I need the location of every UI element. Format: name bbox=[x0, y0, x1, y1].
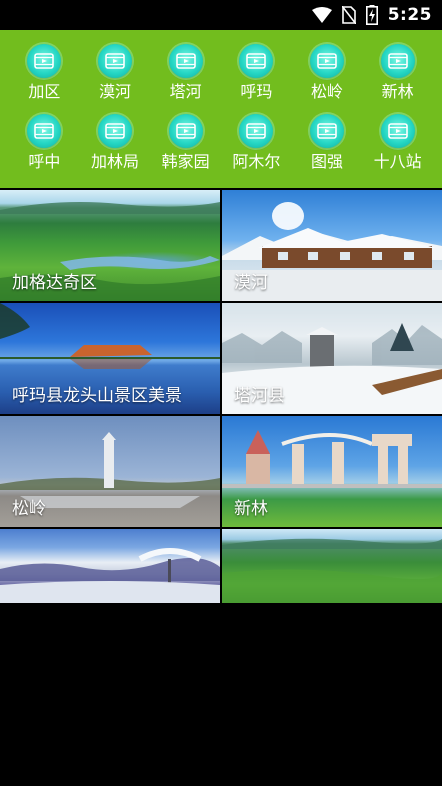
no-sim-icon bbox=[341, 6, 356, 24]
category-label: 呼玛 bbox=[240, 82, 273, 101]
video-icon bbox=[97, 114, 132, 148]
category-label: 呼中 bbox=[28, 152, 61, 171]
category-label: 韩家园 bbox=[161, 152, 210, 171]
video-icon bbox=[309, 114, 344, 148]
category-item[interactable]: 阿木尔 bbox=[221, 114, 292, 172]
video-icon bbox=[309, 44, 344, 78]
scenic-tile-label: 漠河 bbox=[234, 273, 268, 293]
category-panel: 加区 漠河 塔河 呼玛 松岭 新林 呼中 加林局 韩家园 阿木尔 图强 十八站 bbox=[0, 30, 442, 188]
category-item[interactable]: 呼玛 bbox=[221, 44, 292, 102]
category-item[interactable]: 塔河 bbox=[150, 44, 221, 102]
scenic-tile-xinlin[interactable]: 新林 bbox=[222, 416, 442, 527]
video-icon bbox=[380, 44, 415, 78]
scenic-tile-label: 松岭 bbox=[12, 499, 46, 519]
status-bar: 5:25 bbox=[0, 0, 442, 30]
status-time: 5:25 bbox=[387, 5, 432, 25]
category-grid: 加区 漠河 塔河 呼玛 松岭 新林 呼中 加林局 韩家园 阿木尔 图强 十八站 bbox=[9, 44, 433, 172]
category-label: 塔河 bbox=[169, 82, 202, 101]
category-item[interactable]: 韩家园 bbox=[150, 114, 221, 172]
scenic-tile-label: 塔河县 bbox=[234, 386, 285, 406]
video-icon bbox=[380, 114, 415, 148]
scenic-tile-snow-hills[interactable] bbox=[0, 529, 220, 603]
category-label: 漠河 bbox=[98, 82, 131, 101]
scenic-tile-label: 加格达奇区 bbox=[12, 273, 97, 293]
category-item[interactable]: 图强 bbox=[292, 114, 363, 172]
video-icon bbox=[239, 44, 274, 78]
category-item[interactable]: 新林 bbox=[362, 44, 433, 102]
video-icon bbox=[97, 44, 132, 78]
scenic-tile-label: 呼玛县龙头山景区美景 bbox=[12, 386, 182, 406]
category-item[interactable]: 松岭 bbox=[292, 44, 363, 102]
battery-charging-icon bbox=[365, 5, 378, 25]
category-label: 松岭 bbox=[310, 82, 343, 101]
category-item[interactable]: 加区 bbox=[9, 44, 80, 102]
scenic-tile-grassland-2[interactable] bbox=[222, 529, 442, 603]
scenic-spot-grid: 加格达奇区 漠河 呼玛县龙头山景区美景 塔河县 松岭 新林 bbox=[0, 190, 442, 603]
video-icon bbox=[27, 44, 62, 78]
scenic-tile-tahe[interactable]: 塔河县 bbox=[222, 303, 442, 414]
scenic-tile-jiagedaqi[interactable]: 加格达奇区 bbox=[0, 190, 220, 301]
video-icon bbox=[168, 114, 203, 148]
video-icon bbox=[27, 114, 62, 148]
category-item[interactable]: 呼中 bbox=[9, 114, 80, 172]
scenic-tile-songling[interactable]: 松岭 bbox=[0, 416, 220, 527]
video-icon bbox=[239, 114, 274, 148]
scenic-tile-label: 新林 bbox=[234, 499, 268, 519]
category-label: 新林 bbox=[381, 82, 414, 101]
category-label: 加林局 bbox=[90, 152, 139, 171]
category-label: 十八站 bbox=[373, 152, 422, 171]
scenic-tile-mohe[interactable]: 漠河 bbox=[222, 190, 442, 301]
category-label: 图强 bbox=[310, 152, 343, 171]
scenic-photo bbox=[222, 529, 442, 603]
category-item[interactable]: 十八站 bbox=[362, 114, 433, 172]
category-item[interactable]: 漠河 bbox=[80, 44, 151, 102]
category-label: 阿木尔 bbox=[232, 152, 281, 171]
scenic-photo bbox=[0, 529, 220, 603]
category-label: 加区 bbox=[28, 82, 61, 101]
category-item[interactable]: 加林局 bbox=[80, 114, 151, 172]
video-icon bbox=[168, 44, 203, 78]
wifi-icon bbox=[311, 7, 332, 23]
scenic-tile-huma-longtoushan[interactable]: 呼玛县龙头山景区美景 bbox=[0, 303, 220, 414]
